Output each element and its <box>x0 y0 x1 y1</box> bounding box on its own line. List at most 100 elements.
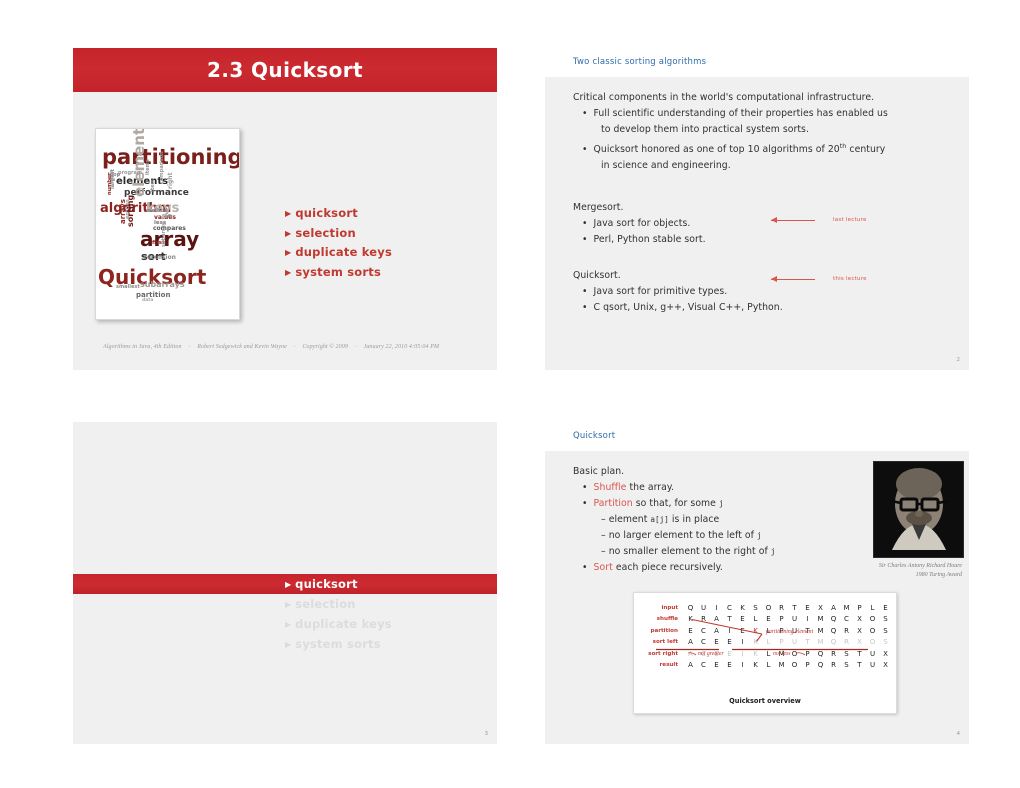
trace-cell: T <box>727 615 732 624</box>
agenda-item-label: duplicate keys <box>295 617 392 631</box>
bullet-text: Java sort for objects. <box>593 218 691 230</box>
bullet-text: C qsort, Unix, g++, Visual C++, Python. <box>593 302 783 314</box>
trace-cell: Q <box>830 615 837 624</box>
bullet-keyword: Partition <box>593 498 633 509</box>
bullet-line: • Quicksort honored as one of top 10 alg… <box>582 142 886 156</box>
trace-cell: O <box>869 626 876 635</box>
trace-cell: P <box>857 603 862 612</box>
trace-cell: X <box>857 626 862 635</box>
trace-cell: I <box>741 649 744 658</box>
bullet-text: Perl, Python stable sort. <box>593 234 706 246</box>
wordcloud-word: sorting <box>126 194 135 227</box>
trace-cell: I <box>728 626 731 635</box>
trace-cell: I <box>741 638 744 647</box>
page-title: 2.3 Quicksort <box>207 58 363 82</box>
agenda-item-system-sorts[interactable]: ▶ system sorts <box>285 265 392 279</box>
wordcloud-word: recursion <box>144 254 176 261</box>
triangle-icon: ▶ <box>285 579 292 589</box>
trace-cell: U <box>700 603 707 612</box>
wordcloud-word: left <box>162 214 173 220</box>
agenda-item-label: system sorts <box>295 264 381 279</box>
trace-cell: E <box>727 638 732 647</box>
trace-cell: C <box>701 626 706 635</box>
trace-cell: P <box>779 638 784 647</box>
trace-cell: K <box>753 626 758 635</box>
wordcloud-word: subarray <box>161 222 167 247</box>
trace-cell: M <box>817 615 824 624</box>
credit-authors: Robert Sedgewick and Kevin Wayne <box>197 344 287 350</box>
bullet-continuation: in science and engineering. <box>573 158 943 174</box>
agenda-item-label: quicksort <box>295 577 358 591</box>
annotation-partitioning-element: partitioning element <box>766 629 814 635</box>
trace-cell: U <box>869 661 876 670</box>
trace-cell: T <box>857 649 862 658</box>
slide-number: 3 <box>484 731 488 737</box>
trace-cell: R <box>844 638 849 647</box>
trace-cell: X <box>857 615 862 624</box>
subbullet-text: no smaller element to the right of <box>608 546 771 557</box>
subbullet-text: no larger element to the left of <box>608 530 757 541</box>
agenda-item-duplicate-keys[interactable]: ▶ duplicate keys <box>285 245 392 259</box>
wordcloud-word: items <box>145 159 151 175</box>
slide-title-bar: 2.3 Quicksort <box>73 48 497 92</box>
trace-row: result A C E E I K L M O P Q R S T U X <box>642 660 892 672</box>
trace-cell: L <box>870 603 875 612</box>
trace-cell: M <box>843 603 850 612</box>
slide-2-two-classic-sorting-algorithms[interactable]: Two classic sorting algorithms Critical … <box>545 48 969 370</box>
bullet-code: j <box>718 499 724 508</box>
agenda-item-selection[interactable]: ▶ selection <box>73 594 497 614</box>
credit-sep: · <box>354 344 357 350</box>
slide-3-agenda-quicksort[interactable]: ▶ quicksort ▶ selection ▶ duplicate keys ▶ s… <box>73 422 497 744</box>
triangle-icon: ▶ <box>285 267 292 277</box>
mergesort-annotation: last lecture <box>771 216 867 223</box>
hoare-portrait-block: Sir Charles Antony Richard Hoare 1980 Tu… <box>873 461 964 580</box>
subbullet-text-tail: is in place <box>668 514 720 525</box>
mergesort-heading: Mergesort. <box>573 202 624 214</box>
trace-cell: O <box>765 603 772 612</box>
wordcloud-word: array <box>140 227 200 251</box>
wordcloud-word: subarrays <box>140 280 185 289</box>
wordcloud-word: method <box>146 208 168 214</box>
agenda-list: ▶ quicksort ▶ selection ▶ duplicate keys ▶ s… <box>285 206 392 284</box>
slide-header-title: Two classic sorting algorithms <box>573 57 707 67</box>
trace-cell: Q <box>817 649 824 658</box>
bullet-text: Java sort for primitive types. <box>593 286 728 298</box>
left-arrow-icon <box>771 216 815 223</box>
trace-cell: C <box>701 638 706 647</box>
trace-row-label: input <box>661 604 678 611</box>
trace-cell: L <box>766 661 771 670</box>
slide-header-title: Quicksort <box>573 431 616 441</box>
trace-cell: T <box>857 661 862 670</box>
agenda-item-quicksort[interactable]: ▶ quicksort <box>285 206 392 220</box>
annotation-not-greater: not greater <box>698 651 724 657</box>
agenda-item-system-sorts[interactable]: ▶ system sorts <box>73 634 497 654</box>
slide-1-title[interactable]: 2.3 Quicksort partitioning elements perfor… <box>73 48 497 370</box>
trace-cell: C <box>701 661 706 670</box>
subbullet-code: j <box>770 547 776 556</box>
trace-cell: S <box>883 626 888 635</box>
bullet-text: in science and engineering. <box>601 160 731 172</box>
trace-cell: E <box>740 626 745 635</box>
quicksort-overview-figure: input Q U I C K S O R T E X A M P L Eshuffle K R A T E L E P U I M Q… <box>633 592 897 714</box>
wordcloud-word: data <box>142 298 154 303</box>
trace-cell: A <box>688 638 693 647</box>
slide-2-body: Critical components in the world's compu… <box>573 90 943 316</box>
bullet-keyword: Shuffle <box>593 482 627 493</box>
trace-cell: A <box>831 603 836 612</box>
trace-cell: O <box>869 638 876 647</box>
triangle-icon: ▶ <box>285 639 292 649</box>
trace-cell: I <box>715 603 718 612</box>
trace-cell: X <box>883 649 888 658</box>
trace-cell: P <box>805 649 810 658</box>
slide-credit-line: Algorithms in Java, 4th Edition · Robert S… <box>103 344 473 350</box>
agenda-item-quicksort[interactable]: ▶ quicksort <box>73 574 497 594</box>
triangle-icon: ▶ <box>285 599 292 609</box>
credit-sep: · <box>293 344 296 350</box>
trace-cell: R <box>701 615 706 624</box>
agenda-item-selection[interactable]: ▶ selection <box>285 226 392 240</box>
trace-cell: A <box>714 615 719 624</box>
subbullet-code: j <box>756 531 762 540</box>
agenda-item-duplicate-keys[interactable]: ▶ duplicate keys <box>73 614 497 634</box>
trace-cell: M <box>778 661 785 670</box>
